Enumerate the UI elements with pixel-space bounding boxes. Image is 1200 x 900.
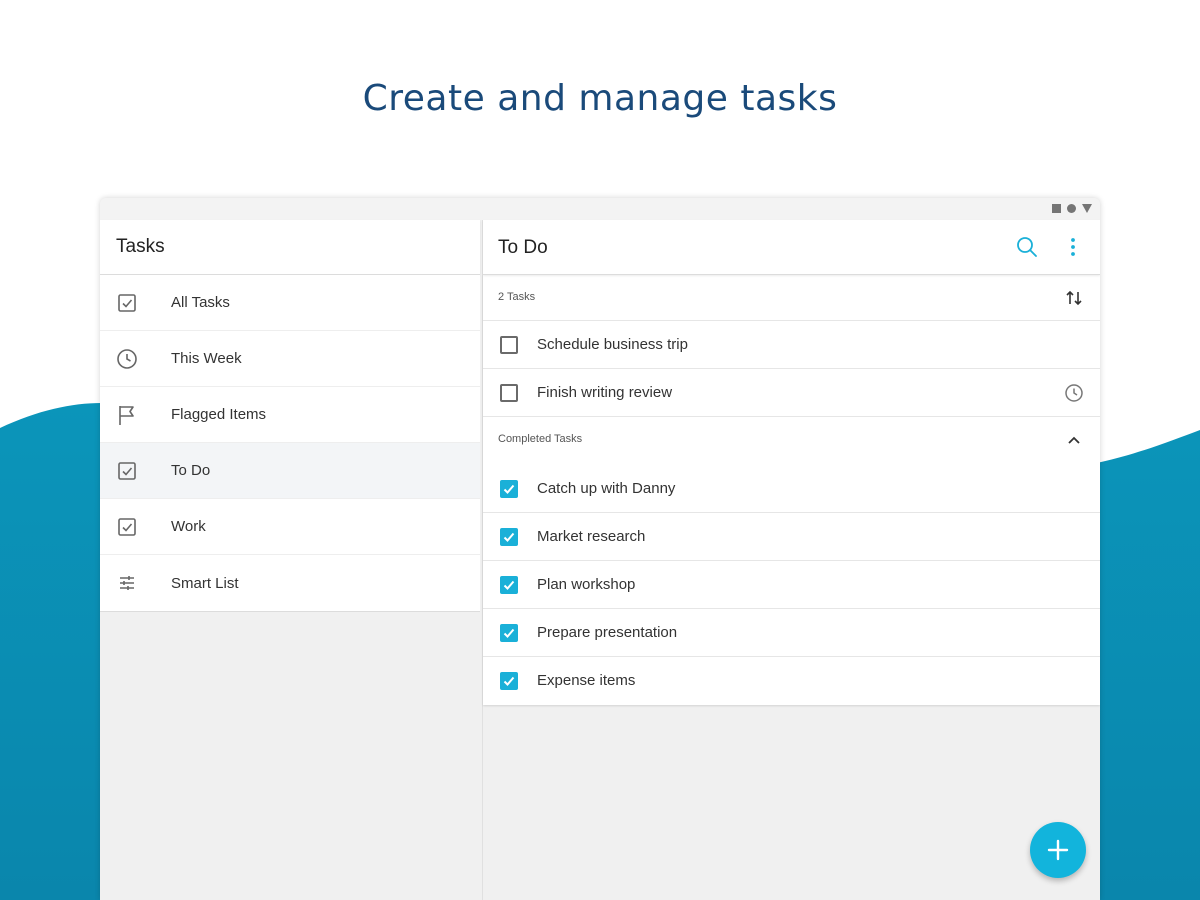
task-title: Market research [537, 528, 646, 545]
checked-checkbox-icon[interactable] [500, 480, 518, 498]
list-title: To Do [498, 237, 548, 258]
task-checkbox[interactable] [500, 336, 518, 354]
recent-apps-icon [1052, 204, 1061, 213]
collapse-chevron-icon[interactable] [1064, 430, 1084, 450]
completed-task-row[interactable]: Catch up with Danny [483, 465, 1100, 513]
task-title: Catch up with Danny [537, 480, 676, 497]
lists-pane: Tasks All Tasks This Week Flagged Items [100, 220, 480, 900]
completed-task-row[interactable]: Prepare presentation [483, 609, 1100, 657]
clock-icon [116, 348, 138, 370]
checked-checkbox-icon[interactable] [500, 672, 518, 690]
completed-task-row[interactable]: Expense items [483, 657, 1100, 705]
lists-nav: All Tasks This Week Flagged Items To Do [100, 275, 480, 612]
status-bar [100, 198, 1100, 220]
add-task-button[interactable] [1030, 822, 1086, 878]
task-title: Prepare presentation [537, 624, 678, 641]
nav-item-to-do[interactable]: To Do [100, 443, 480, 499]
task-title: Schedule business trip [537, 336, 688, 353]
task-count: 2 Tasks [498, 291, 536, 303]
nav-item-label: To Do [171, 462, 211, 479]
page-headline: Create and manage tasks [362, 78, 838, 119]
tablet-screen: Tasks All Tasks This Week Flagged Items [100, 198, 1100, 900]
task-title: Expense items [537, 672, 636, 689]
task-row[interactable]: Schedule business trip [483, 321, 1100, 369]
more-options-icon[interactable] [1066, 236, 1080, 258]
plus-icon [1047, 839, 1069, 861]
sort-icon[interactable] [1064, 288, 1084, 308]
checkbox-icon [116, 516, 138, 538]
back-icon [1082, 204, 1092, 213]
task-title: Finish writing review [537, 384, 673, 401]
nav-item-label: Flagged Items [171, 406, 267, 423]
nav-item-work[interactable]: Work [100, 499, 480, 555]
filter-sliders-icon [116, 572, 138, 594]
open-tasks-section-header: 2 Tasks [483, 275, 1100, 321]
checkbox-icon [116, 292, 138, 314]
nav-item-label: Work [171, 518, 206, 535]
lists-pane-title: Tasks [100, 220, 480, 275]
checked-checkbox-icon[interactable] [500, 624, 518, 642]
checked-checkbox-icon[interactable] [500, 528, 518, 546]
nav-item-smart-list[interactable]: Smart List [100, 555, 480, 611]
flag-icon [116, 404, 138, 426]
completed-task-row[interactable]: Market research [483, 513, 1100, 561]
nav-item-label: Smart List [171, 574, 239, 592]
nav-item-label: All Tasks [171, 294, 230, 311]
nav-item-this-week[interactable]: This Week [100, 331, 480, 387]
checked-checkbox-icon[interactable] [500, 576, 518, 594]
task-title: Plan workshop [537, 576, 636, 593]
task-list: 2 Tasks Schedule business trip Finish wr… [483, 275, 1100, 705]
tasks-header: To Do [483, 220, 1100, 275]
nav-item-all-tasks[interactable]: All Tasks [100, 275, 480, 331]
completed-section-label: Completed Tasks [498, 433, 583, 445]
checkbox-icon [116, 460, 138, 482]
tasks-pane: To Do 2 Tasks Schedule business trip Fin… [482, 220, 1100, 900]
task-checkbox[interactable] [500, 384, 518, 402]
completed-section-header[interactable]: Completed Tasks [483, 417, 1100, 465]
completed-task-row[interactable]: Plan workshop [483, 561, 1100, 609]
reminder-clock-icon [1064, 383, 1084, 403]
nav-item-flagged-items[interactable]: Flagged Items [100, 387, 480, 443]
task-row[interactable]: Finish writing review [483, 369, 1100, 417]
search-icon[interactable] [1016, 236, 1038, 258]
nav-item-label: This Week [171, 350, 242, 367]
home-icon [1067, 204, 1076, 213]
